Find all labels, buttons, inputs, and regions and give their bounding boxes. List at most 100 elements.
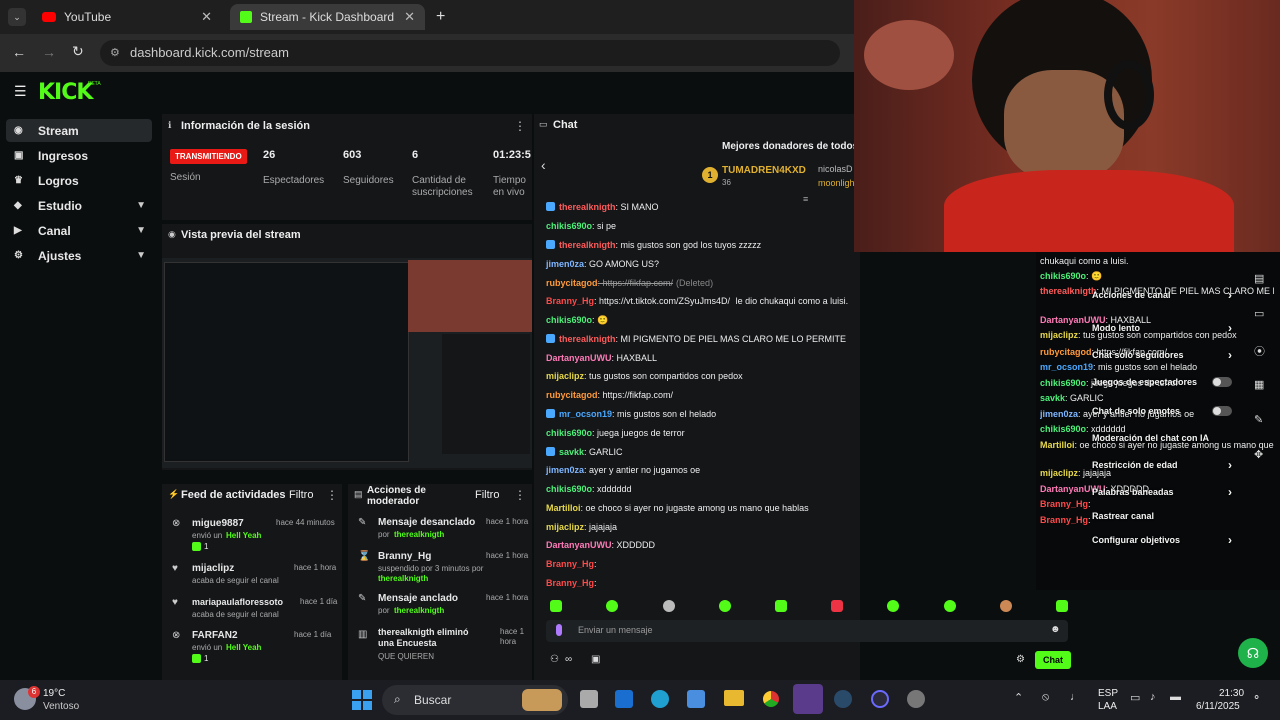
chat-username[interactable]: chikis690o — [546, 484, 592, 494]
chat-username[interactable]: chikis690o — [546, 221, 592, 231]
more-options-icon[interactable]: ⋮ — [514, 488, 526, 502]
emoji-icon[interactable]: ☻ — [1050, 624, 1061, 635]
gear-icon[interactable]: ⚙ — [1016, 654, 1025, 665]
chat-username[interactable]: therealknigth — [559, 334, 616, 344]
layout-icon[interactable]: ▦ — [1254, 378, 1264, 391]
emote-icon[interactable] — [606, 600, 618, 612]
outlook-icon[interactable] — [615, 690, 633, 708]
feed-link[interactable]: Hell Yeah — [226, 531, 261, 540]
send-chat-button[interactable]: Chat — [1035, 651, 1071, 669]
close-tab-icon[interactable]: ✕ — [404, 9, 415, 25]
mic-tray-icon[interactable]: ♩ — [1070, 691, 1081, 703]
task-view-icon[interactable] — [580, 690, 598, 708]
battery-icon[interactable]: ▬ — [1170, 691, 1181, 703]
lang-1[interactable]: ESP — [1098, 688, 1118, 699]
sidebar-item-stream[interactable]: ◉ Stream — [6, 119, 152, 142]
feed-user[interactable]: mijaclipz — [192, 563, 234, 574]
settings-menu-item[interactable]: Configurar objetivos › — [1092, 533, 1232, 547]
chat-username[interactable]: chikis690o — [546, 315, 592, 325]
emote-icon[interactable] — [887, 600, 899, 612]
emote-icon[interactable] — [663, 600, 675, 612]
feed-filter-button[interactable]: Filtro — [289, 489, 313, 501]
clock-time[interactable]: 21:30 — [1219, 688, 1244, 699]
url-field[interactable]: ⚙ dashboard.kick.com/stream — [100, 40, 840, 66]
settings-menu-item[interactable]: Palabras baneadas › — [1092, 485, 1232, 499]
tab-youtube[interactable]: YouTube ✕ — [32, 4, 222, 30]
reload-icon[interactable]: ↻ — [72, 43, 84, 60]
chat-username[interactable]: mijaclipz — [546, 371, 584, 381]
chat-username[interactable]: therealknigth — [559, 202, 616, 212]
sidebar-item-ingresos[interactable]: ▣ Ingresos — [6, 144, 152, 167]
chat-link-icon[interactable]: ∞ — [565, 654, 572, 665]
donor-3[interactable]: moonligh — [818, 178, 855, 188]
forward-icon[interactable]: → — [42, 44, 56, 60]
sidebar-item-logros[interactable]: ♛ Logros — [6, 169, 152, 192]
settings-menu-item[interactable]: Chat solo seguidores › — [1092, 348, 1232, 362]
feed-user[interactable]: mariapaulafloressoto — [192, 597, 283, 607]
tab-list-button[interactable]: ⌄ — [8, 8, 26, 26]
chat-input[interactable]: Enviar un mensaje ☻ — [546, 620, 1068, 642]
settings-menu-item[interactable]: Juegos de espectadores — [1092, 377, 1232, 387]
sidebar-item-canal[interactable]: ▶ Canal ▼ — [6, 219, 152, 242]
chat-username[interactable]: DartanyanUWU — [546, 540, 612, 550]
menu-icon[interactable]: ☰ — [14, 83, 27, 100]
more-options-icon[interactable]: ⋮ — [514, 119, 526, 133]
chat-username[interactable]: chikis690o — [546, 428, 592, 438]
stream-preview-video[interactable] — [162, 258, 532, 468]
settings-menu-item[interactable]: Moderación del chat con IA — [1092, 433, 1232, 443]
feed-user[interactable]: FARFAN2 — [192, 630, 238, 641]
top-donor-name[interactable]: TUMADREN4KXD — [722, 165, 806, 176]
chat-bubble-icon[interactable]: ▭ — [1254, 307, 1264, 320]
settings-menu-item[interactable]: Rastrear canal — [1092, 511, 1232, 521]
chat-username[interactable]: mijaclipz — [546, 522, 584, 532]
settings-menu-item[interactable]: Acciones de canal › — [1092, 288, 1232, 302]
volume-icon[interactable]: ♪ — [1150, 691, 1156, 703]
mod-filter-button[interactable]: Filtro — [475, 489, 499, 501]
kick-logo[interactable]: KICK — [38, 80, 93, 105]
gift-box-icon[interactable]: ▣ — [591, 654, 600, 665]
close-tab-icon[interactable]: ✕ — [201, 9, 212, 25]
new-tab-button[interactable]: + — [436, 8, 445, 26]
emote-icon[interactable] — [775, 600, 787, 612]
back-icon[interactable]: ← — [12, 44, 26, 60]
chat-username[interactable]: Branny_Hg — [546, 559, 594, 569]
more-options-icon[interactable]: ⋮ — [326, 488, 338, 502]
folder-icon[interactable] — [724, 690, 744, 706]
donor-2[interactable]: nicolasD — [818, 164, 853, 174]
mod-action-user[interactable]: therealknigth — [394, 530, 444, 539]
chat-username[interactable]: savkk — [559, 447, 584, 457]
chat-username[interactable]: jimen0za — [546, 259, 584, 269]
store-icon[interactable] — [687, 690, 705, 708]
chat-username[interactable]: therealknigth — [559, 240, 616, 250]
start-button[interactable] — [352, 690, 372, 710]
site-info-icon[interactable]: ⚙ — [110, 46, 120, 59]
chat-username[interactable]: jimen0za — [546, 465, 584, 475]
mod-action-user[interactable]: therealknigth — [378, 574, 428, 583]
taskbar-search[interactable]: ⌕ Buscar — [382, 685, 568, 715]
chrome-icon[interactable] — [761, 689, 781, 709]
notifications-icon[interactable]: ⚬ — [1252, 691, 1261, 704]
tray-chevron-up-icon[interactable]: ⌃ — [1014, 691, 1023, 704]
chat-username[interactable]: Branny_Hg — [546, 578, 594, 588]
feed-user[interactable]: migue9887 — [192, 518, 244, 529]
chat-username[interactable]: Branny_Hg — [546, 296, 594, 306]
obs-icon[interactable] — [871, 690, 889, 708]
toggle-switch[interactable] — [1212, 406, 1232, 416]
network-icon[interactable]: ▭ — [1130, 691, 1140, 704]
support-chat-button[interactable]: ☊ — [1238, 638, 1268, 668]
collapse-icon[interactable]: ≡ — [803, 194, 808, 204]
steam-icon[interactable] — [834, 690, 852, 708]
expand-icon[interactable]: ✥ — [1254, 448, 1263, 461]
sidebar-item-estudio[interactable]: ◆ Estudio ▼ — [6, 194, 152, 217]
mod-action-user[interactable]: therealknigth — [394, 606, 444, 615]
chat-username[interactable]: rubycitagod — [546, 390, 598, 400]
emote-icon[interactable] — [831, 600, 843, 612]
emote-icon[interactable] — [550, 600, 562, 612]
chat-username[interactable]: rubycitagod — [546, 278, 598, 288]
toggle-switch[interactable] — [1212, 377, 1232, 387]
settings-menu-item[interactable]: Chat de solo emotes — [1092, 406, 1232, 416]
settings-menu-item[interactable]: Modo lento › — [1092, 321, 1232, 335]
emote-icon[interactable] — [1056, 600, 1068, 612]
brackets-icon[interactable]: ⦿ — [1254, 343, 1265, 359]
chat-username[interactable]: DartanyanUWU — [546, 353, 612, 363]
